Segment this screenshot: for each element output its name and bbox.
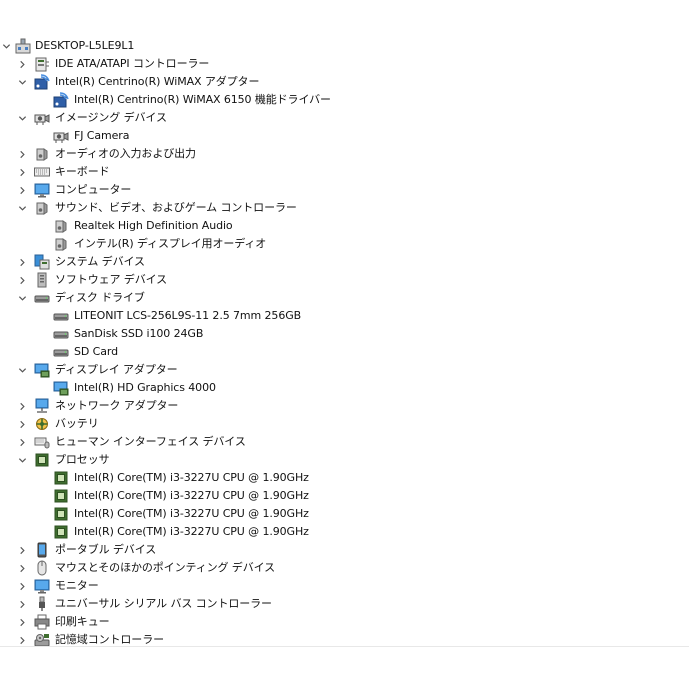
chevron-right-icon[interactable]: [16, 559, 28, 577]
chevron-down-icon[interactable]: [0, 37, 12, 55]
chevron-right-icon[interactable]: [16, 613, 28, 631]
tree-node-label: 印刷キュー: [55, 615, 110, 628]
portable-device-icon: [34, 542, 50, 558]
tree-node-label: インテル(R) ディスプレイ用オーディオ: [74, 237, 267, 250]
tree-node-label: Intel(R) Core(TM) i3-3227U CPU @ 1.90GHz: [74, 507, 309, 520]
tree-node-label: Intel(R) Centrino(R) WiMAX 6150 機能ドライバー: [74, 93, 331, 106]
wimax-icon: [53, 92, 69, 108]
camera-icon: [34, 110, 50, 126]
usb-icon: [34, 596, 50, 612]
tree-node-label: マウスとそのほかのポインティング デバイス: [55, 561, 276, 574]
chevron-down-icon[interactable]: [16, 361, 28, 379]
tree-node-label: Intel(R) Core(TM) i3-3227U CPU @ 1.90GHz: [74, 489, 309, 502]
processor-icon: [53, 506, 69, 522]
tree-node-label: システム デバイス: [55, 255, 145, 268]
tree-root-label: DESKTOP-L5LE9L1: [35, 39, 135, 52]
chevron-right-icon[interactable]: [16, 541, 28, 559]
tree-node-label: コンピューター: [55, 183, 132, 196]
tree-node-label: ネットワーク アダプター: [55, 399, 179, 412]
computer-root-icon: [15, 38, 31, 54]
tree-node-label: SanDisk SSD i100 24GB: [74, 327, 204, 340]
disk-drive-icon: [53, 344, 69, 360]
tree-node-label: IDE ATA/ATAPI コントローラー: [55, 57, 210, 70]
monitor-icon: [34, 578, 50, 594]
tree-node-label: プロセッサ: [55, 453, 110, 466]
tree-node-label: LITEONIT LCS-256L9S-11 2.5 7mm 256GB: [74, 309, 302, 322]
monitor-icon: [34, 182, 50, 198]
network-adapter-icon: [34, 398, 50, 414]
speaker-icon: [53, 236, 69, 252]
speaker-icon: [34, 146, 50, 162]
chevron-down-icon[interactable]: [16, 289, 28, 307]
hid-icon: [34, 434, 50, 450]
wimax-icon: [34, 74, 50, 90]
tree-node-label: サウンド、ビデオ、およびゲーム コントローラー: [55, 201, 297, 214]
tree-node-label: オーディオの入力および出力: [55, 147, 196, 160]
tree-node-label: Intel(R) Core(TM) i3-3227U CPU @ 1.90GHz: [74, 471, 309, 484]
tree-node-label: ポータブル デバイス: [55, 543, 157, 556]
tree-node-label: バッテリ: [55, 417, 99, 430]
disk-drive-icon: [53, 308, 69, 324]
keyboard-icon: [34, 164, 50, 180]
tree-node-label: Intel(R) Core(TM) i3-3227U CPU @ 1.90GHz: [74, 525, 309, 538]
tree-node-label: ソフトウェア デバイス: [55, 273, 168, 286]
storage-controller-icon: [34, 632, 50, 646]
chevron-right-icon[interactable]: [16, 55, 28, 73]
tree-node-label: ヒューマン インターフェイス デバイス: [55, 435, 246, 448]
chevron-right-icon[interactable]: [16, 271, 28, 289]
disk-drive-icon: [34, 290, 50, 306]
tree-node-label: モニター: [55, 579, 99, 592]
tree-node-label: ディスプレイ アダプター: [55, 363, 178, 376]
system-device-icon: [34, 254, 50, 270]
processor-icon: [53, 488, 69, 504]
tree-node-label: Realtek High Definition Audio: [74, 219, 233, 232]
device-manager-tree: DESKTOP-L5LE9L1 IDE ATA/ATAPI コントローラー Int…: [0, 0, 689, 646]
tree-node-label: SD Card: [74, 345, 118, 358]
chevron-right-icon[interactable]: [16, 253, 28, 271]
speaker-icon: [53, 218, 69, 234]
chevron-down-icon[interactable]: [16, 73, 28, 91]
tree-node-label: イメージング デバイス: [55, 111, 167, 124]
chevron-right-icon[interactable]: [16, 577, 28, 595]
tree-node-label: 記憶域コントローラー: [55, 633, 164, 646]
tree-node-label: Intel(R) Centrino(R) WiMAX アダプター: [55, 75, 260, 88]
tree-node-label: FJ Camera: [74, 129, 130, 142]
software-device-icon: [34, 272, 50, 288]
speaker-icon: [34, 200, 50, 216]
chevron-right-icon[interactable]: [16, 631, 28, 646]
tree-node-label: キーボード: [55, 165, 110, 178]
display-adapter-icon: [53, 380, 69, 396]
chevron-right-icon[interactable]: [16, 145, 28, 163]
tree-node-label: Intel(R) HD Graphics 4000: [74, 381, 216, 394]
chevron-right-icon[interactable]: [16, 433, 28, 451]
processor-icon: [34, 452, 50, 468]
chevron-right-icon[interactable]: [16, 415, 28, 433]
printer-icon: [34, 614, 50, 630]
processor-icon: [53, 524, 69, 540]
tree-node-label: ディスク ドライブ: [55, 291, 145, 304]
disk-drive-icon: [53, 326, 69, 342]
chevron-right-icon[interactable]: [16, 181, 28, 199]
chevron-down-icon[interactable]: [16, 451, 28, 469]
mouse-icon: [34, 560, 50, 576]
processor-icon: [53, 470, 69, 486]
display-adapter-icon: [34, 362, 50, 378]
chevron-down-icon[interactable]: [16, 109, 28, 127]
chevron-down-icon[interactable]: [16, 199, 28, 217]
divider: [0, 646, 689, 647]
chevron-right-icon[interactable]: [16, 397, 28, 415]
chevron-right-icon[interactable]: [16, 163, 28, 181]
ide-controller-icon: [34, 56, 50, 72]
chevron-right-icon[interactable]: [16, 595, 28, 613]
camera-icon: [53, 128, 69, 144]
battery-icon: [34, 416, 50, 432]
tree-node-label: ユニバーサル シリアル バス コントローラー: [55, 597, 272, 610]
